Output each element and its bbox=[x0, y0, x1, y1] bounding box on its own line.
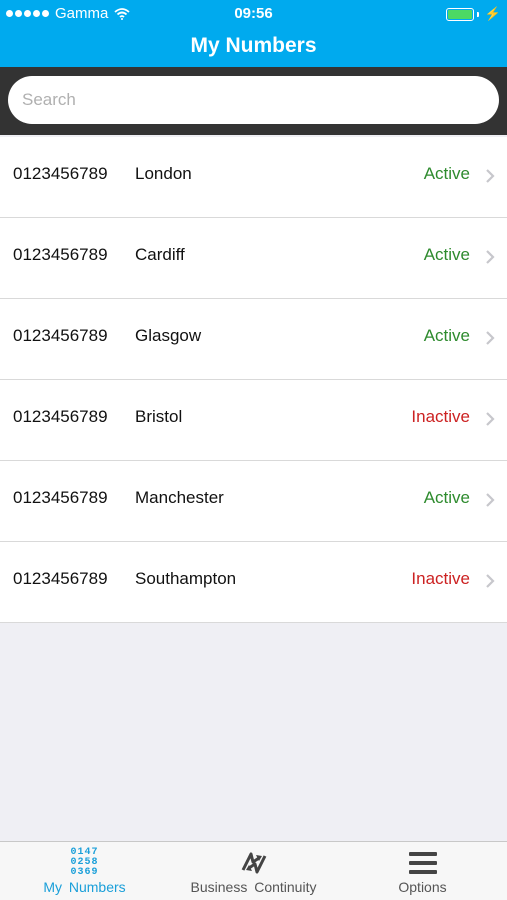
number-location: London bbox=[135, 164, 192, 183]
page-title: My Numbers bbox=[190, 34, 317, 57]
number-location: Bristol bbox=[135, 407, 183, 426]
number-location: Cardiff bbox=[135, 245, 185, 264]
icon-digits-row: 0369 bbox=[70, 867, 99, 878]
number-row[interactable]: 0123456789 Glasgow Active bbox=[0, 299, 507, 380]
phone-number: 0123456789 bbox=[13, 407, 108, 426]
redirect-arrows-icon bbox=[169, 848, 338, 878]
status-label: Active bbox=[423, 326, 470, 345]
chevron-right-icon bbox=[486, 169, 495, 183]
phone-number: 0123456789 bbox=[13, 245, 108, 264]
phone-number: 0123456789 bbox=[13, 569, 108, 588]
number-row[interactable]: 0123456789 Manchester Active bbox=[0, 461, 507, 542]
tab-bar: 0147 0258 0369 My Numbers Business Conti… bbox=[0, 841, 507, 900]
header: Gamma 09:56 ⚡ My Numbers bbox=[0, 0, 507, 67]
tab-business-continuity[interactable]: Business Continuity bbox=[169, 842, 338, 900]
number-location: Manchester bbox=[135, 488, 224, 507]
chevron-right-icon bbox=[486, 574, 495, 588]
tab-label: My Numbers bbox=[43, 879, 126, 895]
status-bar: Gamma 09:56 ⚡ bbox=[0, 0, 507, 28]
number-row[interactable]: 0123456789 London Active bbox=[0, 137, 507, 218]
chevron-right-icon bbox=[486, 412, 495, 426]
tab-label: Options bbox=[398, 879, 447, 895]
chevron-right-icon bbox=[486, 331, 495, 345]
search-input[interactable] bbox=[8, 76, 499, 124]
tab-options[interactable]: Options bbox=[338, 842, 507, 900]
status-label: Active bbox=[423, 488, 470, 507]
number-row[interactable]: 0123456789 Southampton Inactive bbox=[0, 542, 507, 623]
status-right: ⚡ bbox=[445, 6, 501, 22]
battery-icon bbox=[445, 7, 474, 21]
phone-number: 0123456789 bbox=[13, 488, 108, 507]
numbers-list: 0123456789 London Active 0123456789 Cardiff A… bbox=[0, 137, 507, 623]
number-location: Glasgow bbox=[135, 326, 202, 345]
number-location: Southampton bbox=[135, 569, 237, 588]
chevron-right-icon bbox=[486, 493, 495, 507]
search-bar bbox=[0, 67, 507, 135]
status-time: 09:56 bbox=[234, 5, 273, 22]
chevron-right-icon bbox=[486, 250, 495, 264]
charging-bolt-icon: ⚡ bbox=[484, 6, 501, 21]
tab-label: Business Continuity bbox=[190, 879, 317, 895]
status-label: Active bbox=[423, 164, 470, 183]
status-label: Inactive bbox=[411, 569, 470, 588]
battery-nub bbox=[476, 11, 479, 17]
tab-my-numbers[interactable]: 0147 0258 0369 My Numbers bbox=[0, 842, 169, 900]
status-label: Active bbox=[423, 245, 470, 264]
number-pad-icon: 0147 0258 0369 bbox=[0, 848, 169, 878]
number-row[interactable]: 0123456789 Bristol Inactive bbox=[0, 380, 507, 461]
phone-number: 0123456789 bbox=[13, 164, 108, 183]
status-label: Inactive bbox=[411, 407, 470, 426]
phone-number: 0123456789 bbox=[13, 326, 108, 345]
number-row[interactable]: 0123456789 Cardiff Active bbox=[0, 218, 507, 299]
menu-icon bbox=[338, 848, 507, 878]
